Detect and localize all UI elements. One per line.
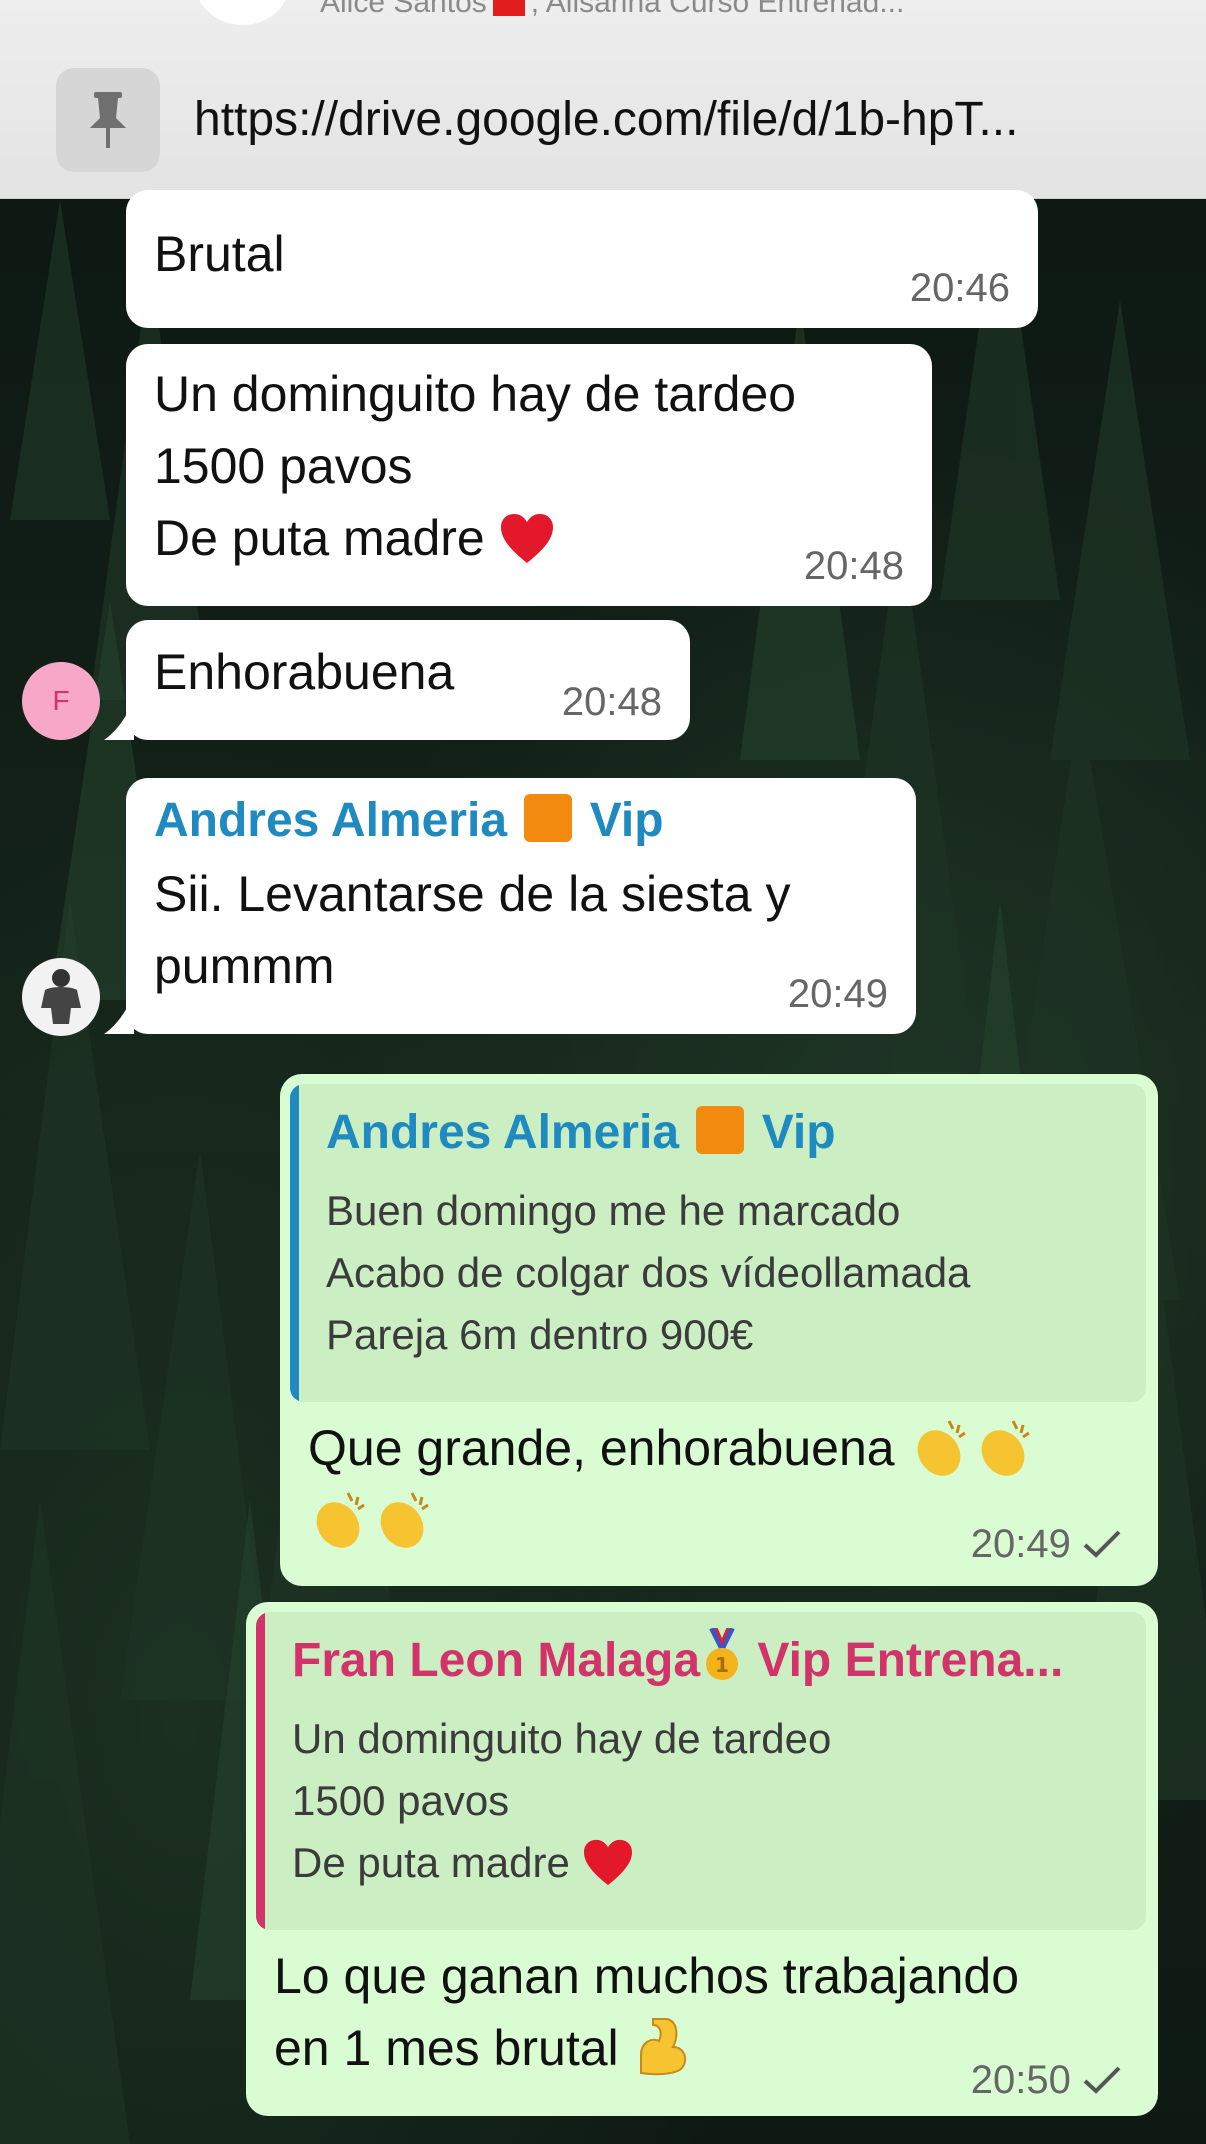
orange-square-emoji: [696, 1106, 745, 1154]
message-time: 20:49: [787, 972, 888, 1016]
quote-line: Buen domingo me he marcado: [326, 1187, 901, 1234]
svg-text:1: 1: [715, 1653, 729, 1677]
message-time: 20:49: [970, 1522, 1071, 1566]
message-line: en 1 mes brutal: [274, 2020, 619, 2076]
orange-square-emoji: [524, 794, 573, 842]
sender-avatar[interactable]: [22, 958, 100, 1036]
emoji-line: [308, 1484, 436, 1556]
message-line: 1500 pavos: [154, 438, 413, 494]
quote-line: 1500 pavos: [292, 1777, 510, 1824]
clapping-hands-emoji: [917, 1420, 966, 1476]
quote-tag: Vip Entrena...: [757, 1634, 1064, 1687]
quote-bar: [256, 1612, 265, 1930]
message-text: Que grande, enhorabuena: [308, 1420, 895, 1476]
flag-emoji: [492, 0, 525, 17]
quote-tag: Vip: [761, 1106, 836, 1159]
outgoing-message[interactable]: Andres Almeria Vip Buen domingo me he ma…: [280, 1074, 1158, 1586]
message-line-with-emoji: Que grande, enhorabuena: [308, 1412, 1037, 1484]
participants-subtitle: Alice Santos , Alisarina Curso Entrenad..…: [320, 0, 904, 20]
quote-line: De puta madre: [292, 1839, 570, 1886]
quote-line: Pareja 6m dentro 900€: [326, 1311, 754, 1358]
message-line: De puta madre: [154, 510, 485, 566]
sender-name[interactable]: Andres Almeria Vip: [154, 788, 664, 854]
message-time: 20:48: [561, 680, 662, 724]
pin-icon[interactable]: [56, 68, 160, 172]
message-time-row: 20:49: [971, 1522, 1122, 1567]
message-time-row: 20:50: [971, 2058, 1122, 2103]
read-check-icon: [1083, 2066, 1121, 2094]
flexed-biceps-emoji: [639, 2018, 686, 2076]
quoted-message[interactable]: Andres Almeria Vip Buen domingo me he ma…: [290, 1084, 1146, 1402]
athlete-icon: [41, 969, 81, 1024]
quote-bar: [290, 1084, 299, 1402]
quote-line: Acabo de colgar dos vídeollamada: [326, 1249, 971, 1296]
outgoing-message[interactable]: Fran Leon Malaga 1 Vip Entrena... Un domi…: [246, 1602, 1158, 2116]
sender-avatar[interactable]: F: [22, 662, 100, 740]
sender-name-text: Andres Almeria: [154, 794, 508, 847]
quoted-message[interactable]: Fran Leon Malaga 1 Vip Entrena... Un domi…: [256, 1612, 1146, 1930]
incoming-message[interactable]: Andres Almeria Vip Sii. Levantarse de la…: [126, 778, 916, 1034]
message-text: Enhorabuena: [154, 644, 455, 700]
participants-rest: , Alisarina Curso Entrenad...: [530, 0, 905, 19]
medal-emoji: 1: [706, 1626, 739, 1680]
message-line-with-emoji: en 1 mes brutal: [274, 2012, 1019, 2084]
message-line: Un dominguito hay de tardeo: [154, 366, 797, 422]
clapping-hands-emoji: [316, 1492, 365, 1548]
message-time: 20:46: [909, 266, 1010, 310]
message-time: 20:50: [970, 2058, 1071, 2102]
avatar-letter: F: [52, 685, 70, 716]
heart-emoji: [500, 514, 553, 563]
message-time: 20:48: [803, 544, 904, 588]
quote-line: Un dominguito hay de tardeo: [292, 1715, 832, 1762]
heart-emoji: [583, 1839, 632, 1886]
pinned-link[interactable]: https://drive.google.com/file/d/1b-hpT..…: [194, 92, 1018, 147]
quote-sender-text: Fran Leon Malaga: [292, 1634, 701, 1687]
message-line: Lo que ganan muchos trabajando: [274, 1948, 1020, 2004]
sender-tag: Vip: [589, 794, 664, 847]
incoming-message[interactable]: Un dominguito hay de tardeo 1500 pavos D…: [126, 344, 932, 606]
message-line: Sii. Levantarse de la siesta y: [154, 866, 791, 922]
clapping-hands-emoji: [981, 1420, 1030, 1476]
quote-sender: Andres Almeria Vip: [326, 1100, 836, 1166]
quote-sender-text: Andres Almeria: [326, 1106, 680, 1159]
message-text: Brutal: [154, 226, 285, 282]
quote-line-with-emoji: De puta madre: [292, 1832, 831, 1894]
message-line-with-emoji: De puta madre: [154, 502, 796, 574]
chat-header: Alice Santos , Alisarina Curso Entrenad..…: [0, 0, 1206, 199]
incoming-message[interactable]: Enhorabuena 20:48: [126, 620, 690, 740]
participant-name: Alice Santos: [320, 0, 487, 19]
clapping-hands-emoji: [380, 1492, 429, 1548]
message-line: pummm: [154, 938, 335, 994]
read-check-icon: [1083, 1530, 1121, 1558]
incoming-message[interactable]: Brutal 20:46: [126, 190, 1038, 328]
group-avatar[interactable]: [195, 0, 290, 25]
quote-sender: Fran Leon Malaga 1 Vip Entrena...: [292, 1626, 1064, 1694]
